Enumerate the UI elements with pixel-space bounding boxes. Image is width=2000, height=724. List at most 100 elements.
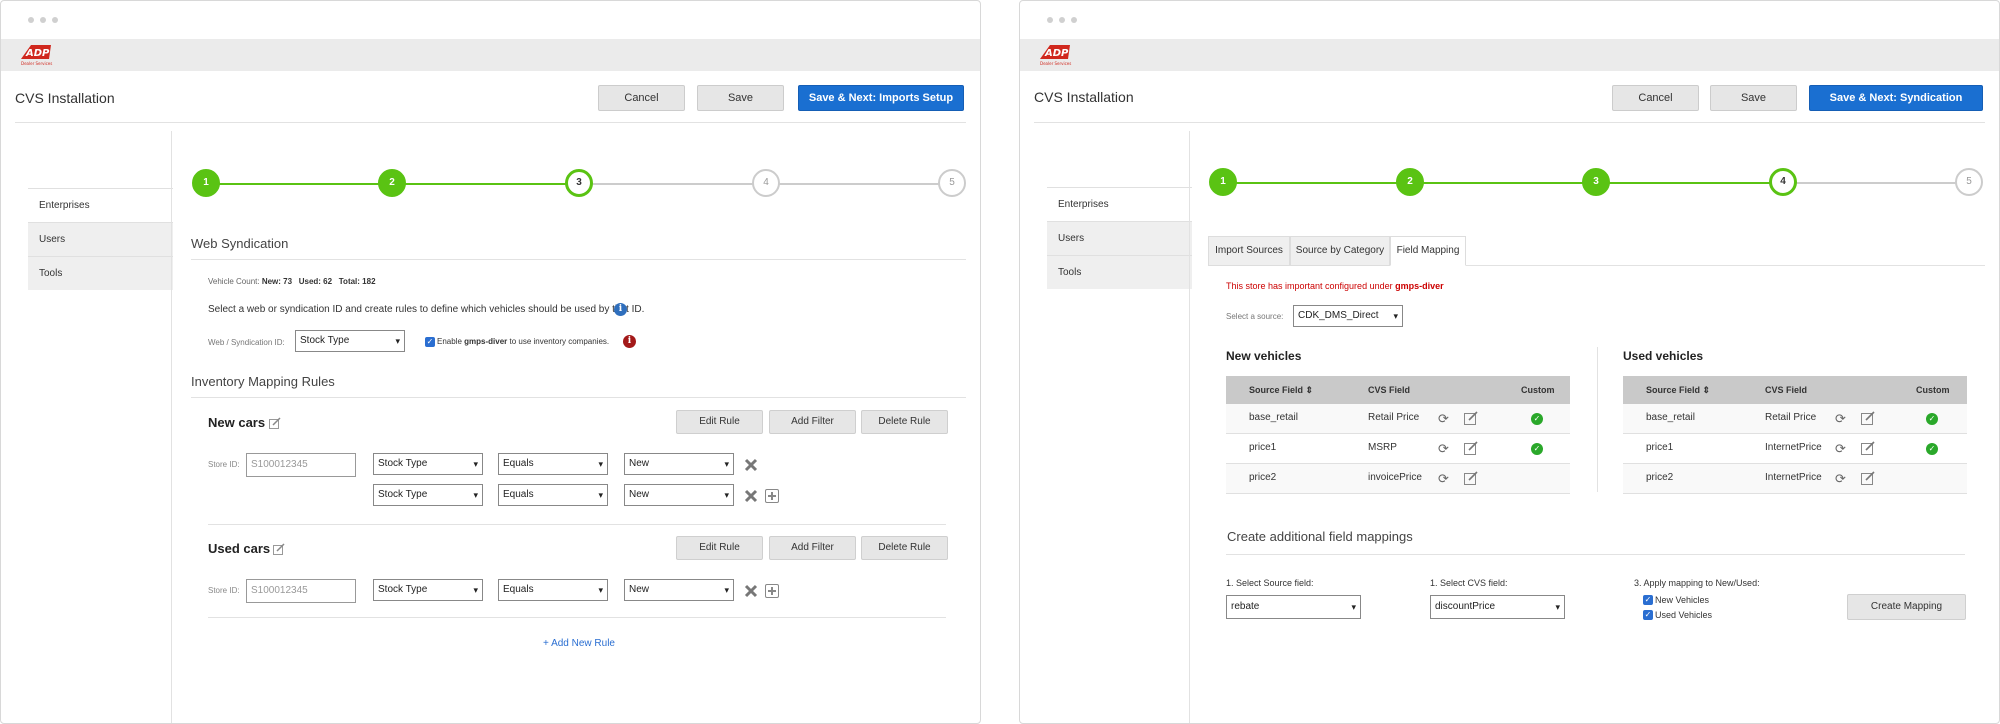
- apply-used-label: Used Vehicles: [1655, 610, 1713, 620]
- edit-icon[interactable]: [269, 417, 281, 429]
- tab-source-by-category[interactable]: Source by Category: [1290, 236, 1390, 266]
- sidebar-item-users[interactable]: Users: [28, 222, 173, 256]
- page-title: CVS Installation: [1034, 89, 1134, 105]
- sidebar-item-tools[interactable]: Tools: [28, 256, 173, 290]
- apply-used-checkbox[interactable]: ✓: [1643, 610, 1653, 620]
- store-id-input[interactable]: S100012345: [246, 579, 356, 603]
- save-next-button[interactable]: Save & Next: Imports Setup: [798, 85, 964, 111]
- store-id-input[interactable]: S100012345: [246, 453, 356, 477]
- tab-import-sources[interactable]: Import Sources: [1208, 236, 1290, 266]
- edit-rule-button[interactable]: Edit Rule: [676, 410, 763, 434]
- source-cell: price1: [1646, 442, 1674, 453]
- refresh-icon[interactable]: ⟳: [1438, 411, 1449, 427]
- operator-select[interactable]: Equals ▾: [498, 484, 608, 506]
- field-select[interactable]: Stock Type ▾: [373, 453, 483, 475]
- edit-icon[interactable]: [1464, 411, 1478, 425]
- sidebar-item-tools[interactable]: Tools: [1047, 255, 1192, 289]
- edit-icon[interactable]: [1861, 471, 1875, 485]
- save-button[interactable]: Save: [1710, 85, 1797, 111]
- window-dot: [1059, 17, 1065, 23]
- add-new-rule-link[interactable]: + Add New Rule: [543, 638, 615, 649]
- remove-icon[interactable]: [744, 584, 758, 598]
- edit-icon[interactable]: [273, 543, 285, 555]
- source-field-select[interactable]: rebate ▾: [1226, 595, 1361, 619]
- window-titlebar: [1020, 1, 1999, 39]
- field-select[interactable]: Stock Type ▾: [373, 579, 483, 601]
- source-cell: base_retail: [1646, 412, 1695, 423]
- edit-icon[interactable]: [1464, 471, 1478, 485]
- syndication-select[interactable]: Stock Type ▾: [295, 330, 405, 352]
- header-source-field[interactable]: Source Field ⇕: [1646, 376, 1710, 404]
- rule-title-used: Used cars: [208, 541, 271, 556]
- edit-rule-button[interactable]: Edit Rule: [676, 536, 763, 560]
- divider: [191, 397, 966, 398]
- cvs-field-select[interactable]: discountPrice ▾: [1430, 595, 1565, 619]
- custom-check-icon: ✓: [1926, 443, 1938, 455]
- refresh-icon[interactable]: ⟳: [1438, 441, 1449, 457]
- progress-remaining: [1784, 182, 1970, 184]
- add-filter-button[interactable]: Add Filter: [769, 536, 856, 560]
- enable-checkbox[interactable]: ✓: [425, 337, 435, 347]
- header-cvs-field: CVS Field: [1765, 385, 1808, 395]
- header-cvs-field: CVS Field: [1368, 385, 1411, 395]
- add-condition-icon[interactable]: [765, 584, 779, 598]
- refresh-icon[interactable]: ⟳: [1438, 471, 1449, 487]
- cvs-cell: Retail Price: [1765, 412, 1817, 423]
- warning-text: This store has important configured unde…: [1226, 281, 1444, 291]
- source-cell: base_retail: [1249, 412, 1298, 423]
- value-select[interactable]: New ▾: [624, 453, 734, 475]
- content-divider: [1189, 131, 1190, 723]
- add-condition-icon[interactable]: [765, 489, 779, 503]
- used-vehicles-title: Used vehicles: [1623, 349, 1704, 363]
- count-total: Total: 182: [338, 277, 376, 286]
- window-dot: [1071, 17, 1077, 23]
- window-dot: [1047, 17, 1053, 23]
- table-header: Source Field ⇕ CVS Field Custom: [1226, 376, 1570, 404]
- step-3: 3: [565, 169, 593, 197]
- delete-rule-button[interactable]: Delete Rule: [861, 410, 948, 434]
- source-label: Select a source:: [1226, 312, 1284, 321]
- save-button[interactable]: Save: [697, 85, 784, 111]
- operator-select[interactable]: Equals ▾: [498, 579, 608, 601]
- remove-icon[interactable]: [744, 489, 758, 503]
- window-web-syndication: ADP Dealer Services CVS Installation Canc…: [0, 0, 981, 724]
- refresh-icon[interactable]: ⟳: [1835, 441, 1846, 457]
- edit-icon[interactable]: [1861, 411, 1875, 425]
- apply-new-checkbox[interactable]: ✓: [1643, 595, 1653, 605]
- tab-field-mapping[interactable]: Field Mapping: [1390, 236, 1466, 266]
- create-mapping-button[interactable]: Create Mapping: [1847, 594, 1966, 620]
- brand-bar: ADP Dealer Services: [1, 39, 980, 71]
- save-next-button[interactable]: Save & Next: Syndication: [1809, 85, 1983, 111]
- sidebar-item-enterprises[interactable]: Enterprises: [1047, 187, 1192, 221]
- cancel-button[interactable]: Cancel: [598, 85, 685, 111]
- value-select[interactable]: New ▾: [624, 579, 734, 601]
- field-select[interactable]: Stock Type ▾: [373, 484, 483, 506]
- source-select[interactable]: CDK_DMS_Direct ▾: [1293, 305, 1403, 327]
- header-source-field[interactable]: Source Field ⇕: [1249, 376, 1313, 404]
- operator-select[interactable]: Equals ▾: [498, 453, 608, 475]
- table-row: base_retail Retail Price ⟳ ✓: [1623, 404, 1967, 434]
- value-select[interactable]: New ▾: [624, 484, 734, 506]
- svg-text:ADP: ADP: [25, 48, 50, 59]
- source-cell: price2: [1249, 472, 1277, 483]
- sidebar: Enterprises Users Tools: [28, 188, 173, 290]
- cvs-field-label: 1. Select CVS field:: [1430, 578, 1508, 588]
- refresh-icon[interactable]: ⟳: [1835, 471, 1846, 487]
- step-1: 1: [1209, 168, 1237, 196]
- cancel-button[interactable]: Cancel: [1612, 85, 1699, 111]
- count-used: Used: 62: [298, 277, 333, 286]
- window-dot: [28, 17, 34, 23]
- edit-icon[interactable]: [1464, 441, 1478, 455]
- delete-rule-button[interactable]: Delete Rule: [861, 536, 948, 560]
- alert-icon[interactable]: i: [623, 335, 636, 348]
- sidebar-item-enterprises[interactable]: Enterprises: [28, 188, 173, 222]
- refresh-icon[interactable]: ⟳: [1835, 411, 1846, 427]
- step-1: 1: [192, 169, 220, 197]
- enable-text: Enable gmps-diver to use inventory compa…: [437, 337, 610, 346]
- edit-icon[interactable]: [1861, 441, 1875, 455]
- divider: [208, 617, 946, 618]
- info-icon[interactable]: i: [614, 303, 627, 316]
- sidebar-item-users[interactable]: Users: [1047, 221, 1192, 255]
- remove-icon[interactable]: [744, 458, 758, 472]
- add-filter-button[interactable]: Add Filter: [769, 410, 856, 434]
